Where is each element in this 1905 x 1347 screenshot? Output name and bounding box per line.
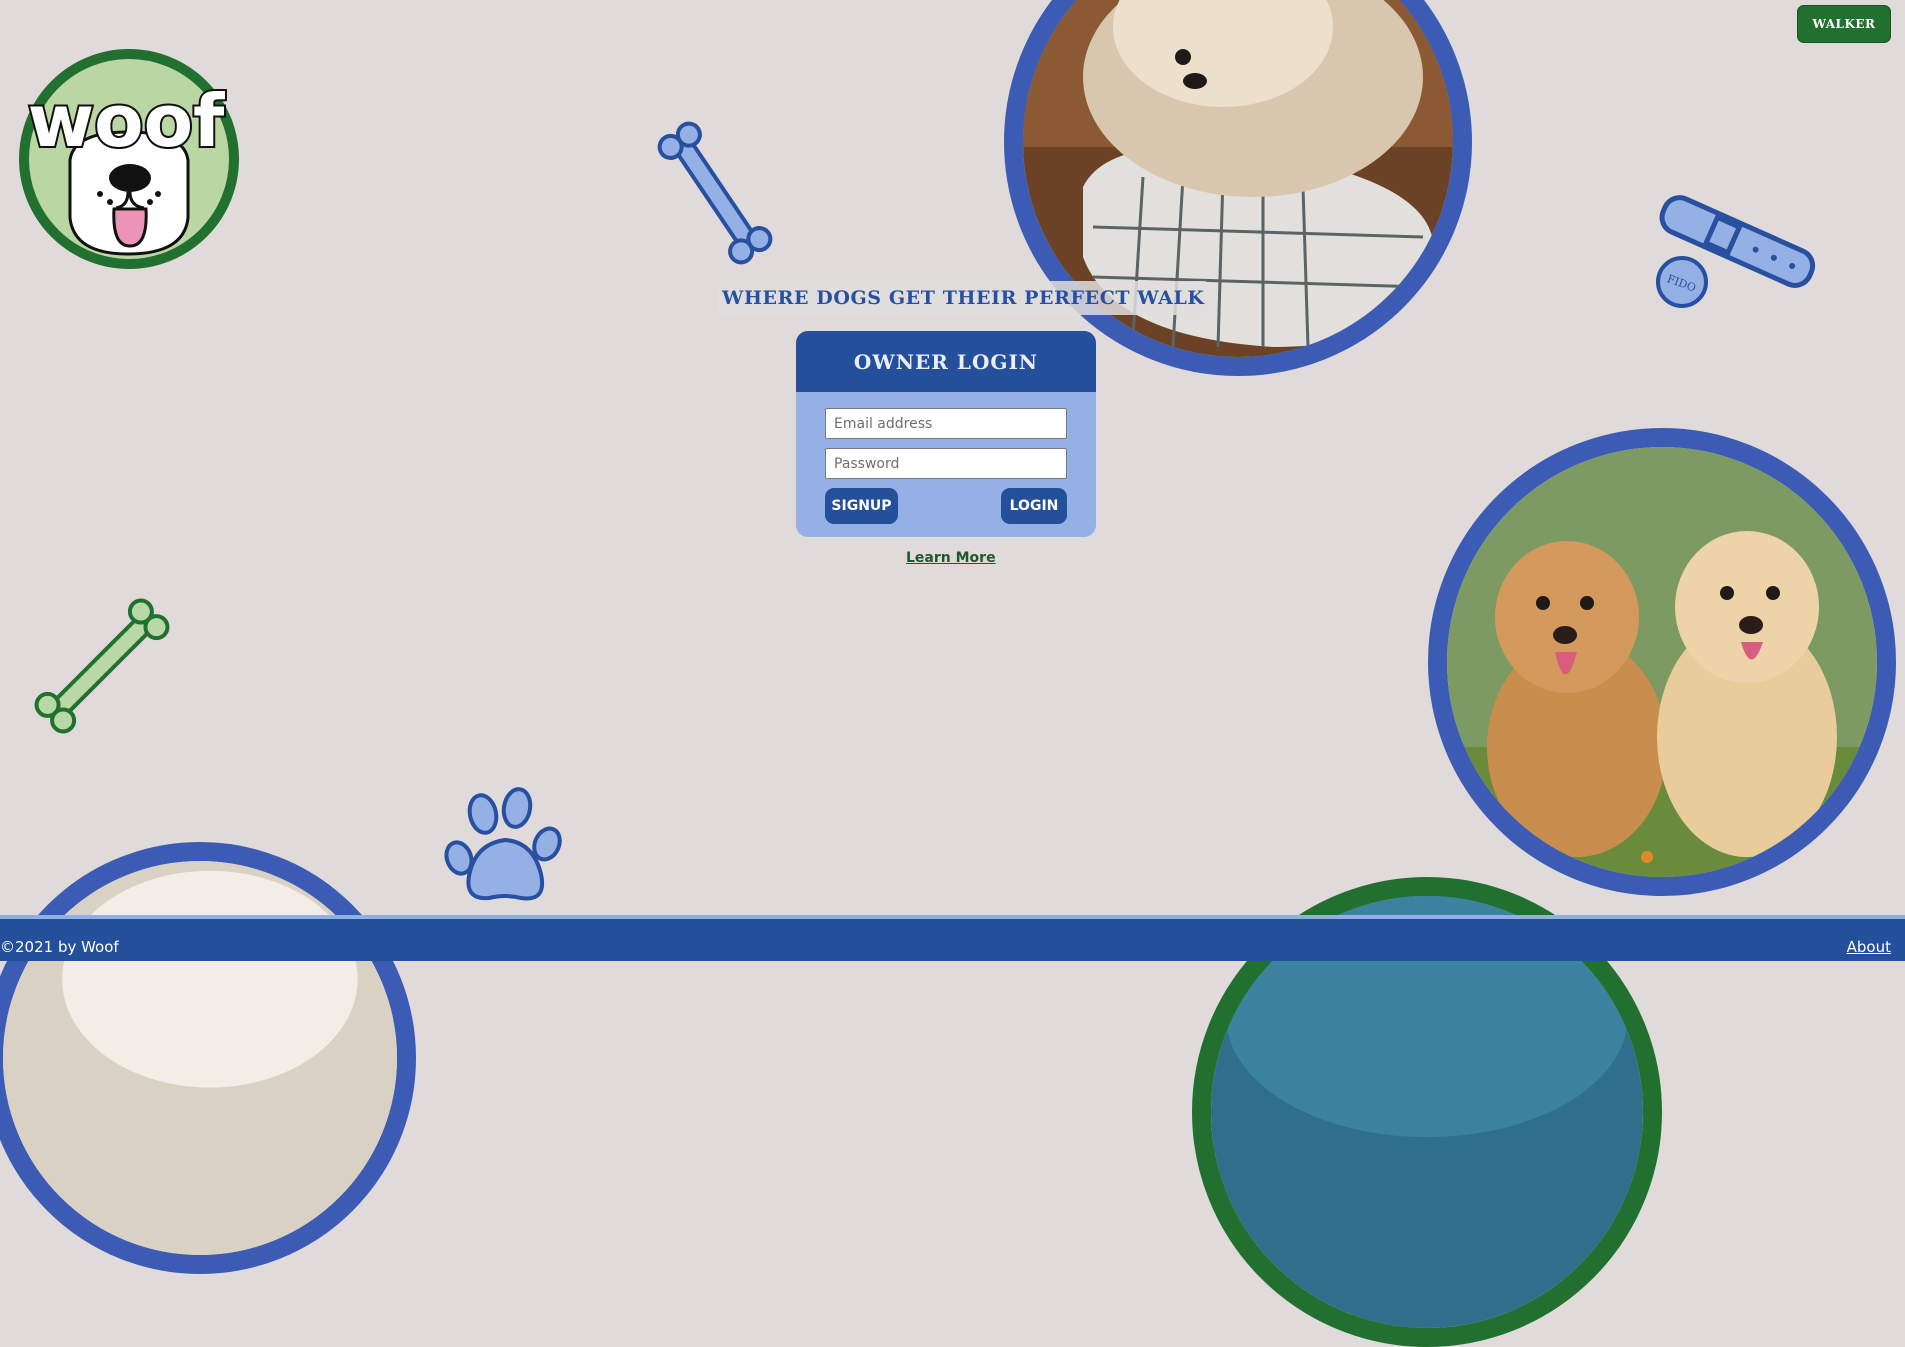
dog-photo-golden-puppies <box>1428 428 1896 896</box>
dog-photo-white-dog <box>0 842 416 1274</box>
owner-login-card: OWNER LOGIN SIGNUP LOGIN <box>796 331 1096 537</box>
login-card-title: OWNER LOGIN <box>796 331 1096 392</box>
password-field[interactable] <box>825 448 1067 479</box>
login-button[interactable]: LOGIN <box>1001 488 1067 524</box>
dog-photo-shih-tzu <box>1004 0 1472 376</box>
paw-print-icon <box>444 787 562 901</box>
email-field[interactable] <box>825 408 1067 439</box>
walker-button[interactable]: WALKER <box>1797 5 1891 43</box>
copyright-text: ©2021 by Woof <box>0 938 119 956</box>
woof-logo: woof <box>19 49 239 269</box>
collar-icon: FIDO <box>1656 195 1816 308</box>
about-link[interactable]: About <box>1847 938 1891 956</box>
signup-button[interactable]: SIGNUP <box>825 488 898 524</box>
logo-wordmark: woof <box>28 79 225 163</box>
bone-icon <box>657 121 773 265</box>
learn-more-link[interactable]: Learn More <box>906 550 996 566</box>
footer: ©2021 by Woof About <box>0 915 1905 961</box>
bone-icon <box>34 598 170 734</box>
tagline: WHERE DOGS GET THEIR PERFECT WALK <box>718 281 1209 315</box>
